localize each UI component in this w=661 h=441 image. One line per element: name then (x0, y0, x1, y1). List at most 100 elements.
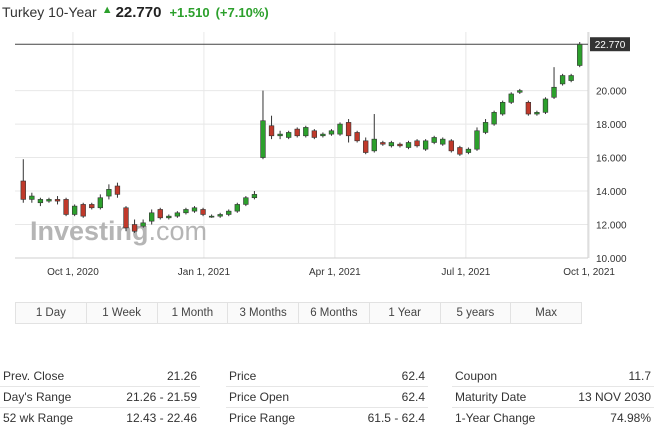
stat-label: Day's Range (3, 390, 72, 404)
candle (251, 191, 258, 200)
watermark-logo: Investing.com (30, 216, 207, 246)
stat-coupon: Coupon 11.7 (452, 366, 654, 387)
up-arrow-icon: ▲ (101, 4, 113, 16)
tab-6-months[interactable]: 6 Months (299, 303, 370, 323)
stat-label: Price Open (229, 390, 290, 404)
candle-body (166, 215, 172, 219)
candle (20, 159, 26, 203)
candle (474, 127, 480, 151)
tab-3-months[interactable]: 3 Months (228, 303, 299, 323)
stat-label: Prev. Close (3, 369, 65, 383)
candle (517, 88, 523, 94)
last-value-label: 22.770 (595, 40, 626, 51)
candle (157, 207, 163, 220)
tab-max[interactable]: Max (511, 303, 581, 323)
watermark-text: Investing.com (30, 216, 207, 246)
candle-body (363, 140, 369, 153)
stat-value: 62.4 (401, 369, 425, 383)
candle (354, 130, 360, 143)
candle-body (508, 93, 514, 103)
instrument-title: Turkey 10-Year (2, 4, 97, 20)
y-tick-label: 20.000 (596, 87, 627, 98)
y-tick-label: 12.000 (596, 221, 627, 232)
candle-body (405, 142, 412, 148)
candle (29, 192, 35, 203)
stat-maturity-date: Maturity Date 13 NOV 2030 (452, 387, 654, 408)
candle (508, 92, 514, 104)
candle-body (303, 127, 309, 137)
candle (500, 100, 506, 116)
x-tick-label: Jan 1, 2021 (178, 267, 231, 278)
stat-value: 13 NOV 2030 (578, 390, 651, 404)
candle (534, 110, 540, 116)
tab-1-month[interactable]: 1 Month (158, 303, 229, 323)
last-price: 22.770 (115, 3, 162, 21)
candle (380, 140, 386, 146)
candle (345, 119, 352, 143)
candle-body (97, 197, 103, 209)
candle (448, 139, 454, 153)
candlestick-chart[interactable]: Investing.com 10.000 12.000 14.000 16.000 18… (0, 28, 661, 283)
candle-body (577, 43, 583, 66)
candle-body (200, 209, 206, 215)
candle (106, 184, 112, 200)
candle (234, 202, 240, 213)
candle (277, 130, 283, 140)
candle-body (345, 122, 352, 137)
candle (208, 214, 215, 218)
stat-value: 21.26 - 21.59 (126, 390, 197, 404)
candle (422, 139, 429, 151)
stat-value: 21.26 (166, 369, 197, 383)
y-tick-label: 18.000 (596, 120, 627, 131)
candle (311, 129, 317, 140)
candle-body (157, 209, 163, 219)
candle-body (414, 140, 420, 147)
candle (328, 129, 335, 136)
x-tick-label: Apr 1, 2021 (309, 267, 361, 278)
candle-body (542, 98, 549, 113)
chart-header: Turkey 10-Year ▲ 22.770 +1.510 (+7.10%) (2, 1, 269, 23)
candle-body (525, 102, 532, 115)
candle (80, 202, 86, 218)
candle-body (568, 75, 574, 81)
candle-body (63, 199, 69, 215)
y-tick-label: 14.000 (596, 187, 627, 198)
stat-days-range: Day's Range 21.26 - 21.59 (0, 387, 200, 408)
candle-body (243, 197, 249, 205)
stat-prev-close: Prev. Close 21.26 (0, 366, 200, 387)
candle-body (559, 75, 566, 85)
candle (46, 197, 52, 203)
candle (191, 206, 198, 213)
tab-1-year[interactable]: 1 Year (370, 303, 441, 323)
candle-body (431, 137, 437, 143)
candle (405, 140, 412, 150)
candle (54, 196, 61, 205)
stat-label: Price (229, 369, 257, 383)
candle (37, 197, 44, 207)
candle-body (380, 142, 386, 145)
candle (457, 145, 463, 156)
tab-1-day[interactable]: 1 Day (16, 303, 87, 323)
candle-body (448, 140, 454, 152)
candle-body (457, 147, 463, 155)
candle-body (54, 199, 61, 202)
tab-1-week[interactable]: 1 Week (87, 303, 158, 323)
candle (577, 42, 583, 68)
candle-body (534, 112, 540, 115)
candles (20, 42, 583, 233)
candle (226, 209, 232, 217)
candle (363, 137, 369, 155)
tab-5-years[interactable]: 5 years (441, 303, 512, 323)
candle (337, 122, 343, 136)
candle-body (260, 120, 266, 158)
candle (431, 135, 437, 145)
candle (243, 196, 249, 207)
candle-body (474, 130, 480, 150)
candle (286, 130, 292, 140)
candle-body (106, 189, 112, 197)
candle (525, 100, 532, 116)
candle-body (80, 204, 86, 217)
stat-value: 62.4 (401, 390, 425, 404)
candle-body (123, 207, 129, 229)
candle-body (465, 148, 472, 153)
